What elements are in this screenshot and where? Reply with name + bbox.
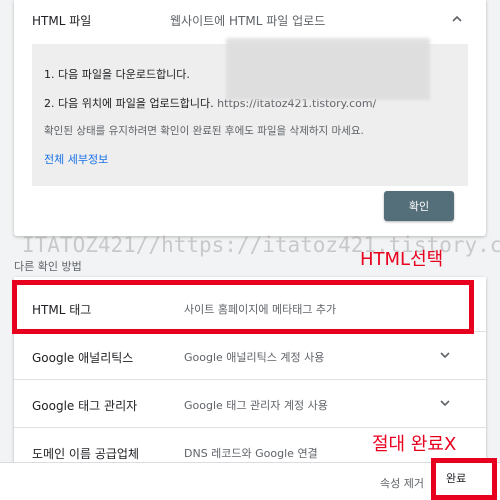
confirm-button[interactable]: 확인	[384, 191, 454, 221]
method-description: Google 애널리틱스 계정 사용	[184, 351, 325, 364]
method-title: 도메인 이름 공급업체	[32, 447, 139, 461]
chevron-down-icon[interactable]	[438, 348, 452, 362]
step-download: 1. 다음 파일을 다운로드합니다.	[44, 66, 190, 82]
full-details-link[interactable]: 전체 세부정보	[44, 151, 108, 167]
method-description: Google 태그 관리자 계정 사용	[184, 399, 328, 412]
method-description: DNS 레코드와 Google 연결	[184, 447, 318, 460]
done-button[interactable]: 완료	[446, 470, 466, 486]
html-file-description: 웹사이트에 HTML 파일 업로드	[170, 14, 326, 28]
html-file-header[interactable]: HTML 파일 웹사이트에 HTML 파일 업로드	[14, 0, 486, 40]
highlight-html-tag	[12, 280, 474, 334]
method-title: Google 애널리틱스	[32, 351, 134, 365]
chevron-down-icon[interactable]	[438, 396, 452, 410]
other-methods-heading: 다른 확인 방법	[14, 260, 82, 273]
keep-file-note: 확인된 상태를 유지하려면 확인이 완료된 후에도 파일을 삭제하지 마세요.	[44, 125, 364, 137]
remove-property-button[interactable]: 속성 제거	[380, 475, 424, 491]
method-row-google-analytics[interactable]: Google 애널리틱스 Google 애널리틱스 계정 사용	[14, 332, 486, 380]
chevron-up-icon[interactable]	[450, 12, 464, 26]
annotation-no-done: 절대 완료X	[372, 434, 457, 455]
dialog-footer: 속성 제거	[0, 462, 500, 500]
method-title: Google 태그 관리자	[32, 399, 138, 413]
step-download-text: 1. 다음 파일을 다운로드합니다.	[44, 68, 190, 81]
step-upload-text: 2. 다음 위치에 파일을 업로드합니다.	[44, 97, 214, 110]
html-file-title: HTML 파일	[32, 14, 92, 28]
blurred-file-area	[226, 38, 430, 100]
method-row-google-tag-manager[interactable]: Google 태그 관리자 Google 태그 관리자 계정 사용	[14, 380, 486, 428]
annotation-html-select: HTML선택	[360, 249, 444, 270]
html-file-panel: HTML 파일 웹사이트에 HTML 파일 업로드 1. 다음 파일을 다운로드…	[14, 0, 486, 236]
